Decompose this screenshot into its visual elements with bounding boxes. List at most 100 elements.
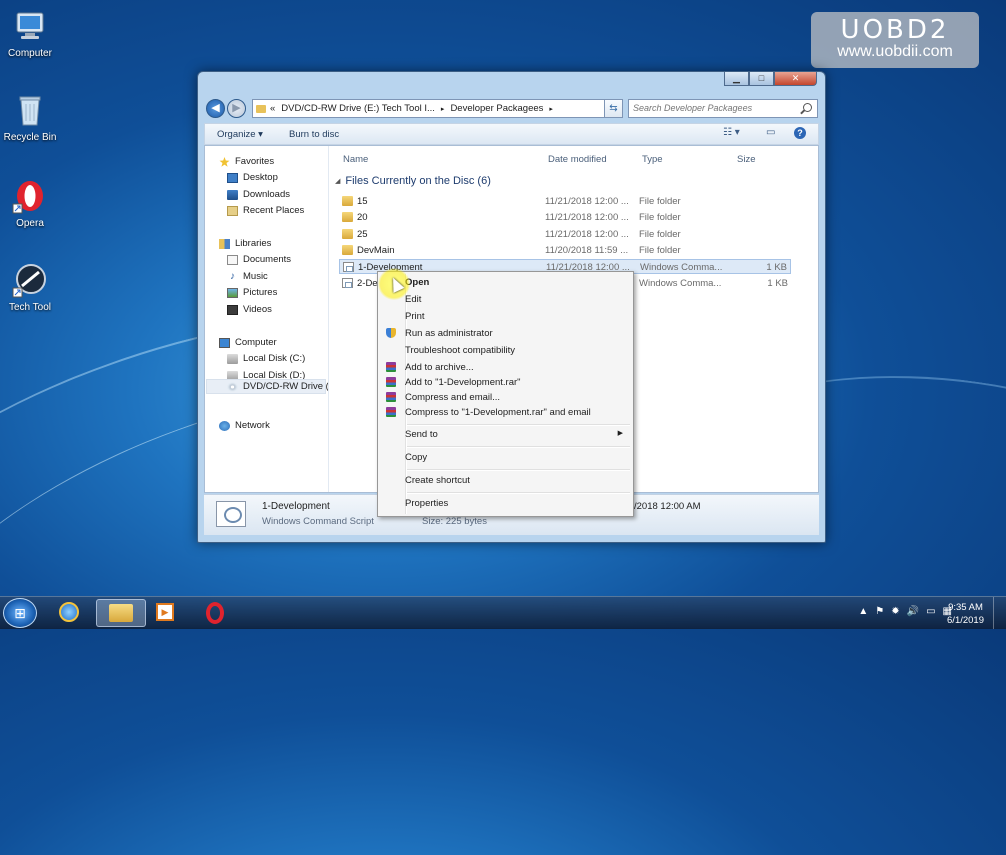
start-button[interactable]: ⊞ [3,598,37,628]
nav-label: Pictures [243,287,278,298]
desktop-icon-tech-tool[interactable]: Tech Tool [0,262,60,313]
submenu-arrow-icon: ▶ [617,430,623,437]
organize-button[interactable]: Organize ▾ [217,129,263,140]
menu-item-run-as-admin[interactable]: Run as administrator [380,326,631,341]
show-desktop-button[interactable] [993,597,1006,629]
close-button[interactable]: ✕ [774,72,817,86]
menu-item-create-shortcut[interactable]: Create shortcut [380,473,631,488]
internet-explorer-icon [59,602,79,622]
refresh-button[interactable]: ⇆ [604,99,623,118]
menu-separator [407,492,630,494]
file-row[interactable]: 15 11/21/2018 12:00 ... File folder [339,194,791,209]
file-row[interactable]: 20 11/21/2018 12:00 ... File folder [339,210,791,225]
group-header[interactable]: ◢ Files Currently on the Disc (6) [335,175,491,187]
file-type: File folder [639,212,681,223]
address-bar[interactable]: « DVD/CD-RW Drive (E:) Tech Tool I... ▸ … [252,99,616,118]
file-type: Windows Comma... [639,278,722,289]
address-chevrons[interactable]: « [270,103,275,114]
search-input[interactable] [629,100,797,116]
disc-icon [227,381,238,392]
nav-label: Network [235,420,270,431]
menu-item-open[interactable]: Open [380,275,631,290]
action-center-icon[interactable]: ⚑ [875,606,884,617]
menu-item-edit[interactable]: Edit [380,292,631,307]
nav-videos[interactable]: Videos [227,304,272,315]
nav-label: Music [243,271,268,282]
minimize-button[interactable]: ▁ [724,72,749,86]
menu-item-send-to[interactable]: Send to ▶ [380,427,631,442]
column-header-date[interactable]: Date modified [548,154,607,165]
menu-item-troubleshoot[interactable]: Troubleshoot compatibility [380,343,631,358]
winrar-icon [386,377,396,387]
preview-pane-icon[interactable]: ▭ [766,127,775,141]
column-header-type[interactable]: Type [642,154,663,165]
menu-item-compress-rar-email[interactable]: Compress to "1-Development.rar" and emai… [380,405,631,420]
help-icon[interactable]: ? [794,127,806,139]
nav-local-disk-c[interactable]: Local Disk (C:) [227,353,305,364]
menu-item-add-to-rar[interactable]: Add to "1-Development.rar" [380,375,631,390]
forward-button[interactable]: ▶ [227,99,246,118]
taskbar-windows-explorer[interactable] [96,599,146,627]
file-name: DevMain [357,245,395,256]
nav-documents[interactable]: Documents [227,254,291,265]
breadcrumb-separator[interactable]: ▸ [441,105,445,113]
file-row[interactable]: 25 11/21/2018 12:00 ... File folder [339,227,791,242]
clock[interactable]: 9:35 AM 6/1/2019 [947,601,984,627]
nav-downloads[interactable]: Downloads [227,189,290,200]
desktop-icon-recycle-bin[interactable]: Recycle Bin [0,92,60,143]
file-row[interactable]: DevMain 11/20/2018 11:59 ... File folder [339,243,791,258]
nav-computer[interactable]: Computer [219,337,277,348]
menu-item-properties[interactable]: Properties [380,496,631,511]
recycle-bin-icon [12,92,48,128]
nav-favorites[interactable]: Favorites [219,156,274,167]
taskbar-opera[interactable] [190,599,240,627]
column-header-size[interactable]: Size [737,154,755,165]
desktop-icon-computer[interactable]: Computer [0,8,60,59]
libraries-icon [219,238,230,249]
nav-recent-places[interactable]: Recent Places [227,205,304,216]
breadcrumb-dvd-drive[interactable]: DVD/CD-RW Drive (E:) Tech Tool I... [281,103,435,114]
details-date-modified: /2018 12:00 AM [634,501,701,512]
menu-item-label: Compress to "1-Development.rar" and emai… [405,407,591,418]
back-button[interactable]: ◀ [206,99,225,118]
brightness-icon[interactable]: ✹ [891,606,899,617]
menu-item-add-to-archive[interactable]: Add to archive... [380,360,631,375]
system-tray: ▲ ⚑ ✹ 🔊 ▭ ▦ [858,606,952,617]
file-type: File folder [639,245,681,256]
pictures-icon [227,287,238,298]
watermark-url: www.uobdii.com [837,43,953,60]
volume-icon[interactable]: 🔊 [907,606,919,617]
caption-buttons: ▁ □ ✕ [724,72,817,86]
file-date: 11/20/2018 11:59 ... [545,245,629,256]
file-name: 2-De [357,278,378,289]
media-player-icon: ▶ [156,603,174,621]
taskbar-internet-explorer[interactable] [44,599,94,627]
nav-network[interactable]: Network [219,420,270,431]
search-box[interactable] [628,99,818,118]
nav-libraries[interactable]: Libraries [219,238,271,249]
change-view-icon[interactable]: ☷ ▾ [723,127,740,141]
nav-dvd-drive[interactable]: DVD/CD-RW Drive (I [206,379,328,394]
menu-item-copy[interactable]: Copy [380,450,631,465]
maximize-button[interactable]: □ [749,72,774,86]
breadcrumb-developer-packagees[interactable]: Developer Packagees [450,103,543,114]
nav-desktop[interactable]: Desktop [227,172,278,183]
search-icon[interactable] [803,103,812,112]
menu-item-label: Send to [405,429,438,440]
nav-music[interactable]: ♪ Music [227,271,268,282]
collapse-icon[interactable]: ◢ [335,177,340,185]
desktop-icon [227,172,238,183]
menu-item-compress-email[interactable]: Compress and email... [380,390,631,405]
burn-to-disc-button[interactable]: Burn to disc [289,129,339,140]
taskbar-media-player[interactable]: ▶ [140,599,190,627]
desktop-icon-opera[interactable]: Opera [0,178,60,229]
column-header-name[interactable]: Name [343,154,368,165]
breadcrumb-separator[interactable]: ▸ [549,105,553,113]
nav-pictures[interactable]: Pictures [227,287,277,298]
navigation-bar: ◀ ▶ « DVD/CD-RW Drive (E:) Tech Tool I..… [204,97,819,119]
desktop-icon-label: Opera [16,218,44,229]
file-type: Windows Comma... [640,262,723,273]
show-hidden-icons[interactable]: ▲ [858,606,868,617]
menu-item-print[interactable]: Print [380,309,631,324]
power-icon[interactable]: ▭ [926,606,935,617]
